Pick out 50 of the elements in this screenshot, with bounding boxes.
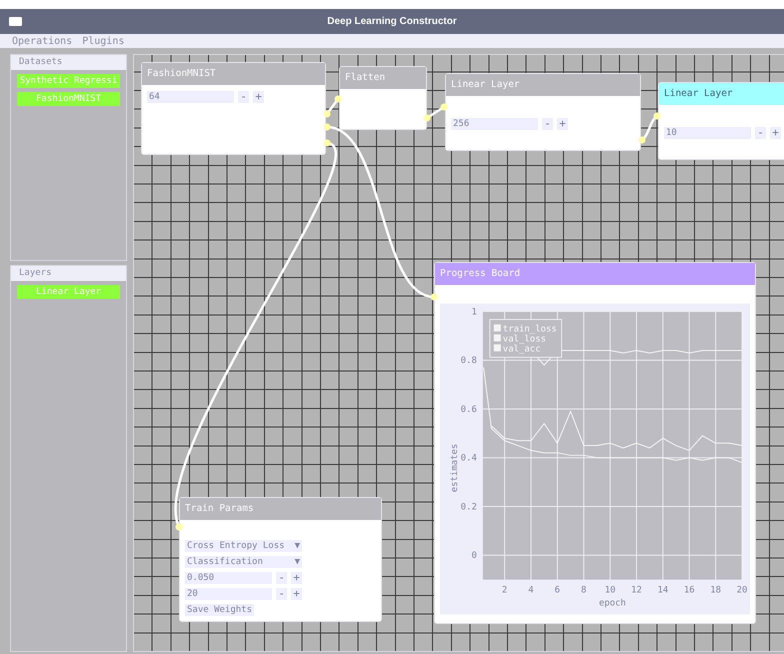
x-tick-label: 10 [604,586,616,596]
decrement-button[interactable]: - [276,572,287,584]
decrement-button[interactable]: - [755,127,766,139]
save-button[interactable]: Save Weights [185,604,254,616]
number-field[interactable]: 256 [451,118,538,130]
x-tick-label: 16 [684,586,695,596]
x-tick-label: 20 [736,586,748,596]
y-tick-label: 0.8 [460,356,477,366]
increment-button[interactable]: + [291,588,302,600]
node-title[interactable]: Linear Layer [659,83,784,105]
increment-button[interactable]: + [291,572,302,584]
number-field[interactable]: 0.050 [185,572,272,584]
dropdown[interactable]: Cross Entropy Loss ▼ [185,540,302,552]
window-title: Deep Learning Constructor [327,16,457,27]
panel-title: Layers [11,266,126,281]
increment-button[interactable]: + [770,127,781,139]
decrement-button[interactable]: - [238,91,249,103]
number-field[interactable]: 20 [185,588,272,600]
x-tick-label: 8 [581,586,586,596]
y-tick-label: 0.6 [460,404,477,415]
x-tick-label: 18 [710,586,722,596]
increment-button[interactable]: + [557,118,568,130]
x-tick-label: 6 [554,586,560,596]
panel-title: Datasets [11,55,126,70]
dropdown[interactable]: Classification ▼ [185,556,302,568]
y-axis-label: estimates [450,444,460,492]
menu-item[interactable]: Plugins [82,36,124,46]
legend-label: train_loss [502,324,557,334]
x-axis-label: epoch [598,598,626,609]
legend-label: val_loss [502,334,546,344]
y-tick-label: 1 [471,307,477,318]
node-title[interactable]: Train Params [180,498,381,520]
decrement-button[interactable]: - [542,118,553,130]
node-title[interactable]: Flatten [340,67,426,89]
number-field[interactable]: 64 [147,91,234,103]
node-title[interactable]: FashionMNIST [142,63,325,85]
number-field[interactable]: 10 [664,127,751,139]
node-title[interactable]: Linear Layer [446,74,640,96]
y-tick-label: 0.4 [460,454,477,464]
x-tick-label: 12 [631,586,642,596]
decrement-button[interactable]: - [276,588,287,600]
node-title[interactable]: Progress Board [435,263,755,285]
x-tick-label: 2 [502,586,508,596]
increment-button[interactable]: + [253,91,264,103]
legend-label: val_acc [502,344,541,354]
menu-item[interactable]: Operations [12,36,72,46]
x-tick-label: 14 [657,586,668,596]
x-tick-label: 4 [528,586,534,596]
y-tick-label: 0.2 [460,502,477,512]
y-tick-label: 0 [471,551,477,562]
